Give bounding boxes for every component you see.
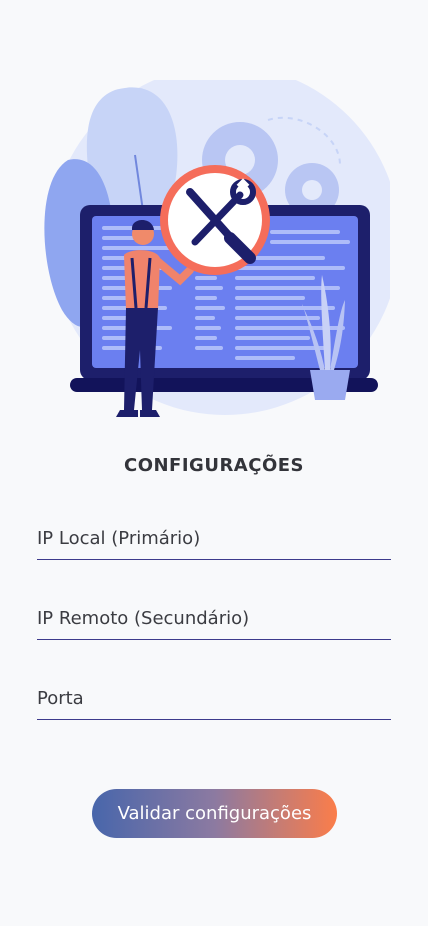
settings-screen: CONFIGURAÇÕES Validar configurações — [0, 0, 428, 926]
port-input[interactable] — [37, 688, 391, 709]
validate-settings-button[interactable]: Validar configurações — [92, 789, 337, 838]
wrench-screwdriver-icon — [160, 165, 270, 275]
port-field — [37, 677, 391, 720]
settings-illustration — [44, 80, 390, 417]
ip-local-field — [37, 517, 391, 560]
ip-remote-field — [37, 597, 391, 640]
ip-remote-input[interactable] — [37, 608, 391, 629]
page-title: CONFIGURAÇÕES — [123, 455, 305, 476]
ip-local-input[interactable] — [37, 528, 391, 549]
